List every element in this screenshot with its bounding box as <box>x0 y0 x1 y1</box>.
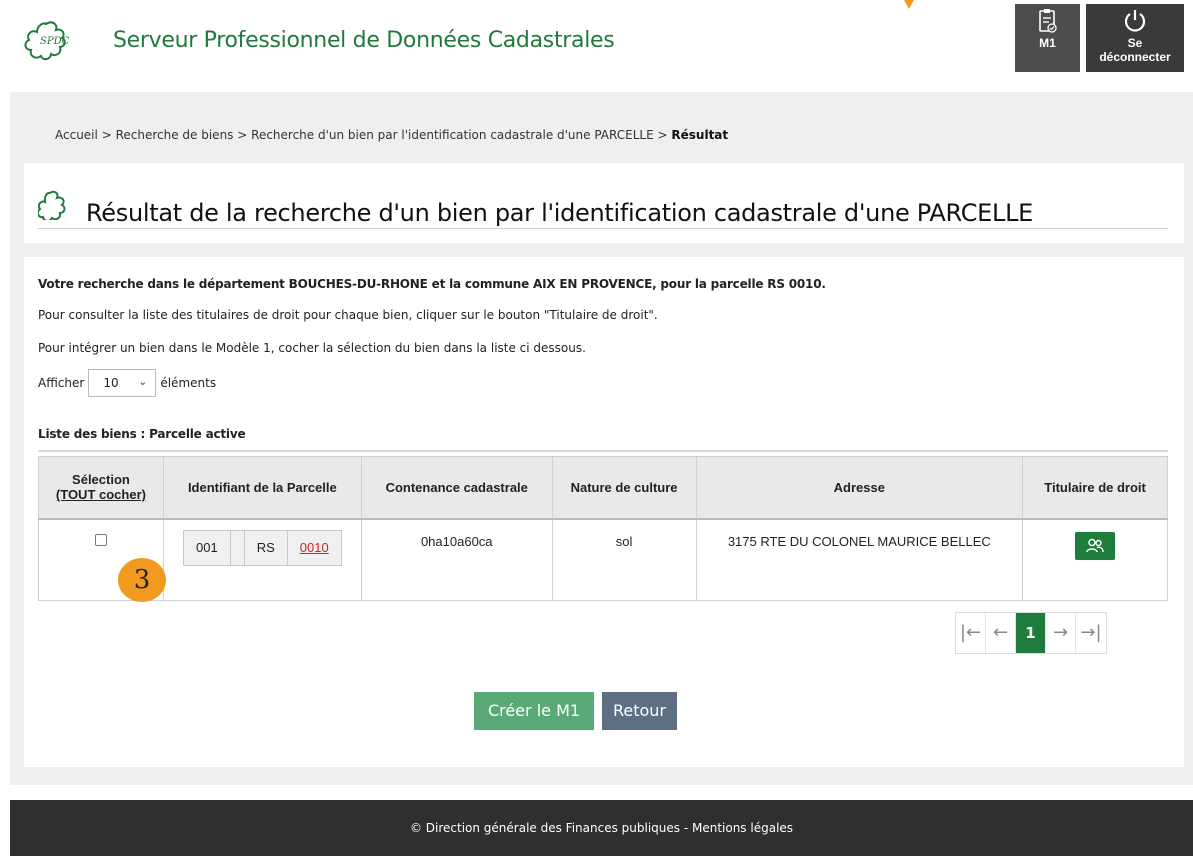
list-title: Liste des biens : Parcelle active <box>38 427 246 441</box>
svg-text:SPDC: SPDC <box>40 36 70 47</box>
holder-hint: Pour consulter la liste des titulaires d… <box>38 308 658 322</box>
parcel-identifier: 001 RS 0010 <box>183 529 342 566</box>
breadcrumb-search[interactable]: Recherche de biens <box>116 128 234 142</box>
table-header-row: Sélection (TOUT cocher) Identifiant de l… <box>38 456 1168 520</box>
first-page-button[interactable]: |← <box>956 613 986 653</box>
breadcrumb: Accueil > Recherche de biens > Recherche… <box>55 128 728 142</box>
col-selection-label: Sélection <box>72 472 130 488</box>
footer-text[interactable]: © Direction générale des Finances publiq… <box>410 821 793 835</box>
parcel-prefix: 001 <box>184 530 231 565</box>
parcel-section: RS <box>245 530 288 565</box>
users-icon <box>1086 538 1104 552</box>
cell-culture: sol <box>551 518 697 601</box>
m1-button[interactable]: M1 <box>1015 4 1080 72</box>
search-summary: Votre recherche dans le département BOUC… <box>38 277 826 291</box>
app-title[interactable]: Serveur Professionnel de Données Cadastr… <box>113 28 615 53</box>
holder-button[interactable] <box>1075 531 1116 560</box>
table-row: 001 RS 0010 0ha10a60ca sol 3175 RTE DU C… <box>38 518 1168 601</box>
page-length-control: Afficher 10 ⌄ éléments <box>38 369 216 397</box>
show-label: Afficher <box>38 376 85 390</box>
power-icon <box>1124 10 1146 32</box>
col-address[interactable]: Adresse <box>695 456 1024 520</box>
cell-address: 3175 RTE DU COLONEL MAURICE BELLEC <box>695 518 1024 601</box>
orange-marker <box>904 0 914 9</box>
last-page-button[interactable]: →| <box>1076 613 1106 653</box>
clipboard-check-icon <box>1038 9 1057 33</box>
breadcrumb-separator: > <box>657 128 668 142</box>
title-divider <box>38 228 1168 229</box>
parcel-empty-segment <box>231 530 245 565</box>
current-page[interactable]: 1 <box>1016 613 1046 653</box>
results-table: Sélection (TOUT cocher) Identifiant de l… <box>38 456 1168 601</box>
logout-button[interactable]: Se déconnecter <box>1086 4 1184 72</box>
breadcrumb-current: Résultat <box>671 128 729 142</box>
cell-holder <box>1022 518 1168 601</box>
breadcrumb-parcel-search[interactable]: Recherche d'un bien par l'identification… <box>251 128 654 142</box>
breadcrumb-home[interactable]: Accueil <box>55 128 98 142</box>
col-selection: Sélection (TOUT cocher) <box>38 456 164 520</box>
col-culture[interactable]: Nature de culture <box>551 456 697 520</box>
list-divider <box>38 450 1168 452</box>
col-holder: Titulaire de droit <box>1022 456 1168 520</box>
page-length-select[interactable]: 10 ⌄ <box>88 369 157 397</box>
show-suffix: éléments <box>160 376 217 390</box>
page-title: Résultat de la recherche d'un bien par l… <box>86 199 1034 227</box>
parcel-plan-link[interactable]: 0010 <box>288 531 341 565</box>
m1-label: M1 <box>1039 36 1056 50</box>
breadcrumb-separator: > <box>237 128 248 142</box>
col-area[interactable]: Contenance cadastrale <box>360 456 553 520</box>
cell-parcel-id: 001 RS 0010 <box>162 518 362 601</box>
footer: © Direction générale des Finances publiq… <box>10 800 1193 856</box>
annotation-badge: 3 <box>118 558 166 602</box>
puzzle-icon <box>38 190 66 220</box>
title-panel: Résultat de la recherche d'un bien par l… <box>24 163 1184 243</box>
back-button[interactable]: Retour <box>602 692 677 730</box>
header: SPDC Serveur Professionnel de Données Ca… <box>0 0 1193 92</box>
page-length-value: 10 <box>103 376 119 390</box>
selection-hint: Pour intégrer un bien dans le Modèle 1, … <box>38 341 586 355</box>
logout-label-line1: Se <box>1127 36 1143 50</box>
chevron-down-icon: ⌄ <box>138 375 148 388</box>
col-parcel-id[interactable]: Identifiant de la Parcelle <box>162 456 362 520</box>
logout-label-line2: déconnecter <box>1099 50 1171 64</box>
pagination: |← ← 1 → →| <box>955 612 1107 654</box>
next-page-button[interactable]: → <box>1046 613 1076 653</box>
select-all-link[interactable]: (TOUT cocher) <box>39 487 163 502</box>
create-m1-button[interactable]: Créer le M1 <box>474 692 594 730</box>
cell-area: 0ha10a60ca <box>360 518 553 601</box>
spdc-logo[interactable]: SPDC <box>18 14 98 70</box>
prev-page-button[interactable]: ← <box>986 613 1016 653</box>
row-checkbox[interactable] <box>94 533 107 546</box>
breadcrumb-separator: > <box>101 128 112 142</box>
results-panel: Votre recherche dans le département BOUC… <box>24 257 1184 767</box>
